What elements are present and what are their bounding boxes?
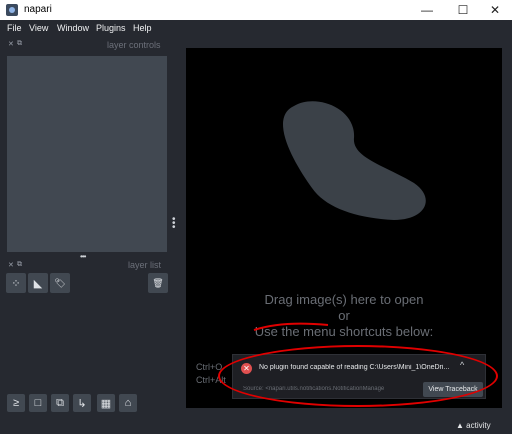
- grid-view-button[interactable]: ▦: [97, 394, 115, 412]
- minimize-button[interactable]: —: [410, 0, 444, 20]
- square-icon: □: [34, 397, 42, 409]
- transpose-icon: ↳: [77, 397, 87, 410]
- red-circle-annotation: [218, 345, 498, 407]
- menu-view[interactable]: View: [29, 23, 48, 33]
- menu-window[interactable]: Window: [57, 23, 89, 33]
- maximize-button[interactable]: ☐: [446, 0, 480, 20]
- layer-controls-title: layer controls: [107, 40, 161, 50]
- red-underline-annotation: [253, 322, 329, 331]
- activity-toggle[interactable]: ▲ activity: [456, 421, 491, 430]
- home-icon: ⌂: [124, 397, 132, 409]
- welcome-line-2: or: [338, 308, 350, 323]
- dock-close-icon[interactable]: ✕: [8, 261, 14, 269]
- new-points-layer-button[interactable]: ⁘: [6, 273, 26, 293]
- new-shapes-layer-button[interactable]: ◣: [28, 273, 48, 293]
- shortcut-open: Ctrl+O: [196, 362, 223, 372]
- splitter-handle[interactable]: • • •: [172, 215, 176, 233]
- layer-controls-panel: [7, 56, 167, 252]
- console-button[interactable]: ≥: [7, 394, 25, 412]
- napari-logo-icon: [6, 4, 18, 16]
- dock-resize-handle[interactable]: •••: [80, 252, 86, 261]
- transpose-button[interactable]: ↳: [73, 394, 91, 412]
- layer-list[interactable]: [7, 296, 167, 376]
- menu-help[interactable]: Help: [133, 23, 152, 33]
- home-button[interactable]: ⌂: [119, 394, 137, 412]
- layer-list-title: layer list: [128, 260, 162, 270]
- menu-bar: File View Window Plugins Help: [0, 20, 512, 37]
- ndisplay-button[interactable]: □: [29, 394, 47, 412]
- close-button[interactable]: ✕: [478, 0, 512, 20]
- delete-layer-button[interactable]: 🗑: [148, 273, 168, 293]
- dock-float-icon[interactable]: ⧉: [17, 40, 22, 48]
- menu-file[interactable]: File: [7, 23, 22, 33]
- shapes-icon: ◣: [33, 277, 43, 290]
- roll-dims-button[interactable]: ⧉: [51, 394, 69, 412]
- trash-icon: 🗑: [152, 277, 164, 288]
- welcome-line-3: Use the menu shortcuts below:: [254, 324, 434, 339]
- new-labels-layer-button[interactable]: 🏷: [50, 273, 70, 293]
- cube-icon: ⧉: [56, 396, 64, 409]
- grid-icon: ▦: [100, 397, 112, 410]
- labels-icon: 🏷: [54, 277, 66, 288]
- dock-float-icon[interactable]: ⧉: [17, 261, 22, 269]
- dock-close-icon[interactable]: ✕: [8, 40, 14, 48]
- points-icon: ⁘: [11, 277, 21, 290]
- title-bar: napari — ☐ ✕: [0, 0, 512, 20]
- welcome-line-1: Drag image(s) here to open: [264, 292, 424, 307]
- window-title: napari: [24, 4, 52, 15]
- terminal-icon: ≥: [12, 397, 20, 409]
- menu-plugins[interactable]: Plugins: [96, 23, 126, 33]
